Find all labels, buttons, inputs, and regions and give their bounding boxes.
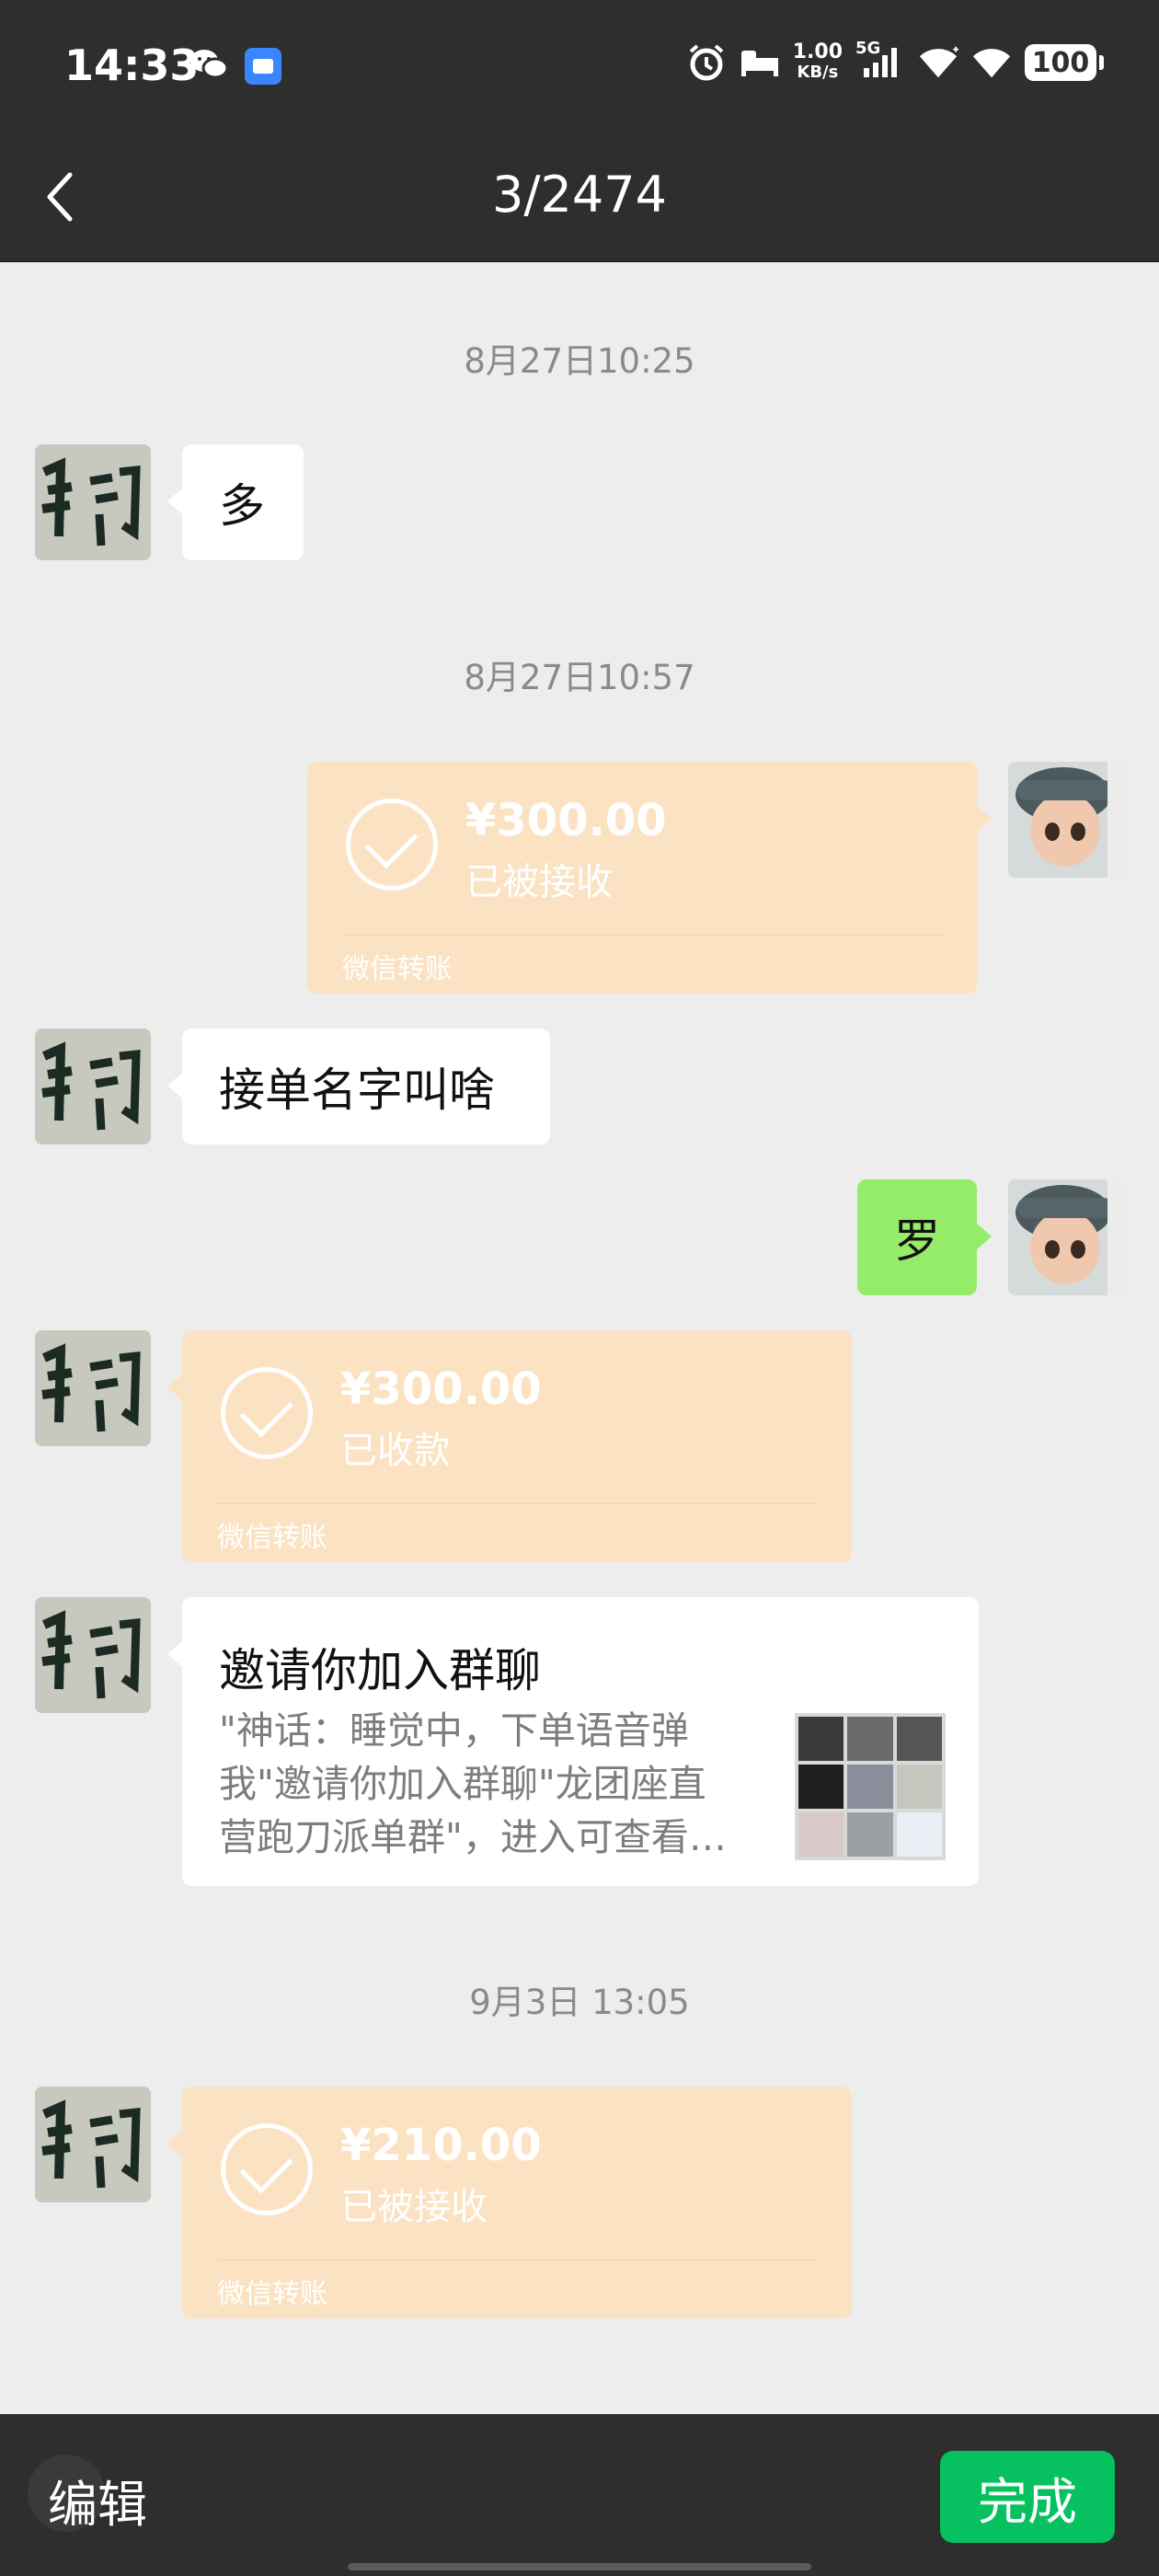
message-bubble[interactable]: 多 — [167, 444, 304, 560]
transfer-card[interactable]: ¥300.00 已收款 微信转账 — [167, 1330, 852, 1562]
transfer-label: 微信转账 — [342, 953, 453, 985]
bottom-bar: 编辑 完成 — [0, 2414, 1159, 2576]
group-invite-card[interactable]: 邀请你加入群聊 "神话：睡觉中，下单语音弹 我"邀请你加入群聊"龙团座直 营跑刀… — [167, 1597, 979, 1886]
message-timestamp: 8月27日10:25 — [464, 341, 695, 381]
edit-button[interactable]: 编辑 — [48, 2464, 147, 2536]
transfer-status: 已收款 — [340, 1430, 451, 1472]
avatar[interactable] — [35, 1029, 151, 1144]
status-bar: 14:33 1.00 KB/s 5G 100 — [0, 0, 1159, 138]
wifi-icon — [971, 42, 1012, 83]
avatar[interactable] — [1008, 1179, 1124, 1295]
page-title: 3/2474 — [492, 166, 667, 224]
avatar[interactable] — [35, 2087, 151, 2202]
message-text: 罗 — [894, 1214, 940, 1268]
transfer-card[interactable]: ¥300.00 已被接收 微信转账 — [307, 762, 992, 994]
status-time: 14:33 — [64, 40, 200, 90]
signal-icon: 5G — [855, 39, 905, 83]
net-speed: 1.00 KB/s — [792, 40, 843, 83]
bed-icon — [740, 42, 780, 83]
wechat-icon — [189, 48, 229, 81]
message-text: 接单名字叫啥 — [219, 1064, 495, 1117]
check-circle-icon — [221, 1367, 313, 1459]
message-bubble[interactable]: 接单名字叫啥 — [167, 1029, 550, 1144]
alarm-icon — [686, 42, 727, 83]
transfer-label: 微信转账 — [217, 2278, 327, 2310]
transfer-amount: ¥300.00 — [340, 1363, 542, 1415]
done-button[interactable]: 完成 — [940, 2451, 1115, 2543]
transfer-status: 已被接收 — [340, 2186, 488, 2228]
transfer-amount: ¥210.00 — [340, 2120, 542, 2171]
app-icon — [245, 48, 281, 85]
avatar[interactable] — [35, 1597, 151, 1713]
divider — [217, 1503, 817, 1504]
home-indicator[interactable] — [348, 2563, 811, 2570]
transfer-card[interactable]: ¥210.00 已被接收 微信转账 — [167, 2087, 852, 2318]
nav-bar: 3/2474 — [0, 138, 1159, 262]
check-circle-icon — [221, 2123, 313, 2215]
battery-icon: 100 — [1025, 44, 1104, 81]
invite-description: "神话：睡觉中，下单语音弹 我"邀请你加入群聊"龙团座直 营跑刀派单群"，进入可… — [219, 1708, 727, 1859]
check-circle-icon — [346, 799, 438, 891]
message-bubble[interactable]: 罗 — [857, 1179, 992, 1295]
transfer-status: 已被接收 — [465, 861, 613, 903]
group-avatar-thumbnail — [795, 1713, 946, 1860]
avatar[interactable] — [35, 1330, 151, 1446]
message-timestamp: 8月27日10:57 — [464, 658, 695, 697]
avatar[interactable] — [35, 444, 151, 560]
wifi-icon — [918, 42, 958, 83]
message-text: 多 — [219, 479, 265, 533]
message-timestamp: 9月3日 13:05 — [469, 1983, 690, 2022]
avatar[interactable] — [1008, 762, 1124, 878]
divider — [342, 935, 942, 936]
invite-title: 邀请你加入群聊 — [219, 1644, 541, 1697]
transfer-label: 微信转账 — [217, 1522, 327, 1554]
transfer-amount: ¥300.00 — [465, 795, 667, 846]
